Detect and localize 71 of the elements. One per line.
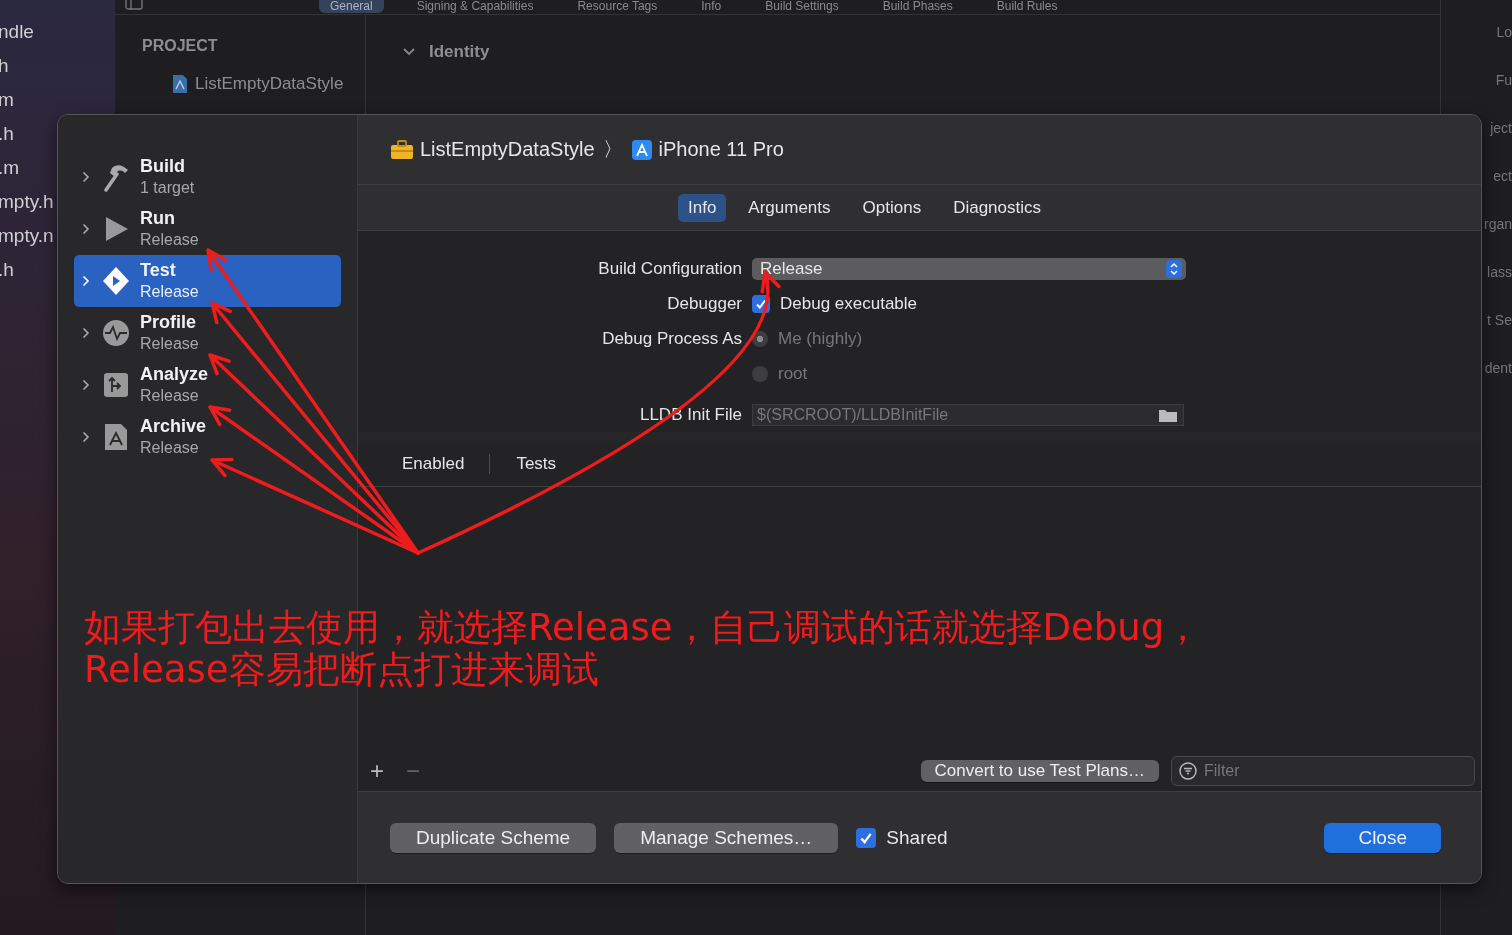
scheme-action-item[interactable]: Archive Release [74, 411, 341, 463]
scheme-action-item[interactable]: Analyze Release [74, 359, 341, 411]
action-configuration: Release [140, 282, 199, 302]
scheme-action-item[interactable]: Run Release [74, 203, 341, 255]
scheme-action-item[interactable]: Test Release [74, 255, 341, 307]
checkmark-icon [755, 297, 767, 310]
tab[interactable]: Info [678, 193, 727, 222]
add-button[interactable]: + [370, 757, 384, 785]
inspector-label: dent [1484, 360, 1512, 376]
checkbox-label[interactable]: Debug executable [780, 293, 918, 314]
action-name: Analyze [140, 363, 209, 385]
checkbox[interactable] [856, 827, 877, 848]
inspector-label: ject [1490, 120, 1512, 136]
editor-tab[interactable]: Build Rules [985, 0, 1069, 13]
inspector-label: ect [1493, 168, 1512, 184]
editor-tab[interactable]: Resource Tags [566, 0, 669, 13]
filter-field[interactable]: Filter [1171, 756, 1475, 786]
project-file-icon [172, 74, 188, 94]
chevron-right-icon[interactable] [82, 327, 90, 339]
file-name[interactable]: h [0, 54, 115, 77]
test-diamond-icon [102, 266, 130, 296]
action-name: Archive [140, 415, 207, 437]
inspector-label: lass [1487, 264, 1512, 280]
duplicate-scheme-button[interactable]: Duplicate Scheme [390, 822, 597, 853]
editor-tab[interactable]: Signing & Capabilities [405, 0, 545, 13]
convert-test-plans-button[interactable]: Convert to use Test Plans… [920, 760, 1159, 782]
action-name: Profile [140, 311, 197, 333]
chevron-down-icon[interactable] [403, 48, 415, 56]
breadcrumb-project[interactable]: ListEmptyDataStyle [420, 138, 595, 161]
project-name[interactable]: ListEmptyDataStyle [195, 74, 344, 94]
section-header: PROJECT [141, 37, 219, 55]
inspector-label: Lo [1496, 24, 1512, 40]
section-title: Identity [429, 42, 490, 62]
build-configuration-popup[interactable]: Release [752, 257, 1186, 280]
tab[interactable]: Arguments [738, 193, 841, 222]
inspector-label: rgan [1483, 216, 1512, 232]
editor-tab[interactable]: Build Settings [754, 0, 850, 13]
chevron-right-icon[interactable] [82, 379, 90, 391]
stepper-arrows-icon [1166, 259, 1182, 278]
scheme-action-item[interactable]: Profile Release [74, 307, 341, 359]
chevron-right-icon[interactable] [82, 171, 90, 183]
breadcrumb-separator: 〉 [602, 137, 623, 162]
action-name: Test [140, 259, 177, 281]
chevron-right-icon[interactable] [82, 223, 90, 235]
action-name: Run [140, 207, 176, 229]
checkbox-label[interactable]: Shared [886, 826, 948, 849]
inspector-label: Fu [1495, 72, 1512, 88]
inspector-label: t Se [1487, 312, 1512, 328]
breadcrumb-device[interactable]: iPhone 11 Pro [658, 138, 784, 161]
hammer-icon [102, 162, 130, 192]
close-button[interactable]: Close [1324, 822, 1441, 853]
chevron-right-icon[interactable] [82, 431, 90, 443]
editor-tab[interactable]: Build Phases [871, 0, 964, 13]
lldb-init-file-field[interactable]: $(SRCROOT)/LLDBInitFile [752, 403, 1184, 426]
file-name[interactable]: ndle [0, 20, 115, 43]
manage-schemes-button[interactable]: Manage Schemes… [614, 822, 839, 853]
archive-document-icon [102, 422, 130, 452]
action-name: Build [140, 155, 186, 177]
tab[interactable]: Diagnostics [943, 193, 1051, 222]
scheme-action-item[interactable]: Build 1 target [74, 151, 341, 203]
sidebar-toggle-icon[interactable] [125, 0, 143, 10]
editor-tab[interactable]: General [319, 0, 384, 13]
file-name[interactable]: m [0, 88, 115, 111]
editor-tab[interactable]: Info [690, 0, 733, 13]
app-icon [630, 138, 653, 161]
annotation-text: 如果打包出去使用，就选择Release，自己调试的话就选择Debug， [84, 607, 1202, 649]
toolbox-icon [390, 139, 414, 160]
waveform-icon [102, 318, 130, 348]
tab[interactable]: Options [852, 193, 932, 222]
annotation-text: Release容易把断点打进来调试 [84, 649, 600, 691]
analyze-icon [102, 370, 130, 400]
